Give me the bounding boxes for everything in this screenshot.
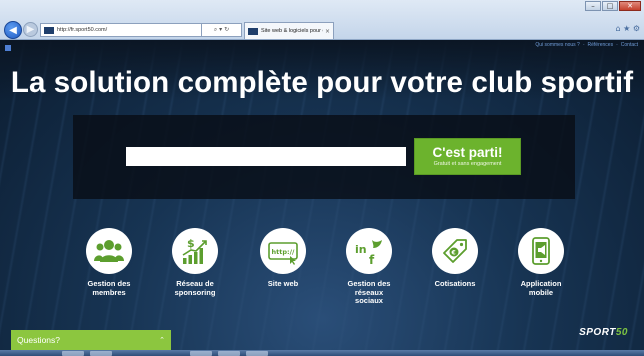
cta-label: C'est parti!	[432, 145, 503, 160]
menu-icon[interactable]	[5, 45, 11, 51]
brand-suffix: 50	[615, 327, 628, 338]
feature-label: Gestion des membres	[87, 279, 131, 297]
taskbar-item[interactable]	[90, 351, 112, 356]
sport50-logo: SPORT50	[579, 327, 628, 338]
feature-list: Gestion des membres $ Réseau de sponsori…	[74, 228, 574, 338]
cta-sublabel: Gratuit et sans engagement	[433, 161, 502, 167]
close-window-button[interactable]: ✕	[619, 1, 641, 11]
tab-active[interactable]: Site web & logiciels pour cl... ×	[244, 22, 334, 39]
feature-label: Site web	[267, 279, 299, 288]
top-nav-links: Qui sommes nous ? - Références - Contact	[535, 42, 638, 48]
browser-chrome: ◀ ▶ http://fr.sport50.com/ ⌕ ▾ ↻ Site we…	[0, 0, 644, 40]
taskbar-item[interactable]	[246, 351, 268, 356]
url-text[interactable]: http://fr.sport50.com/	[57, 27, 107, 33]
site-favicon-icon	[44, 26, 54, 34]
page-headline: La solution complète pour votre club spo…	[10, 66, 634, 99]
svg-text:f: f	[369, 253, 375, 266]
website-icon: http://	[260, 228, 306, 274]
chevron-up-icon[interactable]: ⌃	[159, 336, 165, 344]
top-link-contact[interactable]: Contact	[621, 42, 638, 48]
page-content: Qui sommes nous ? - Références - Contact…	[0, 40, 644, 350]
svg-text:in: in	[355, 243, 367, 256]
back-arrow-icon: ◀	[9, 24, 17, 36]
social-icon: in f	[346, 228, 392, 274]
forward-button[interactable]: ▶	[23, 22, 38, 37]
cta-start-button[interactable]: C'est parti! Gratuit et sans engagement	[414, 138, 521, 175]
top-link-references[interactable]: Références	[588, 42, 614, 48]
top-link-separator: -	[616, 42, 618, 48]
svg-text:$: $	[187, 237, 195, 250]
forward-arrow-icon: ▶	[26, 24, 35, 35]
mobile-app-icon	[518, 228, 564, 274]
tab-favicon-icon	[248, 27, 258, 35]
svg-text:http://: http://	[272, 248, 295, 256]
search-refresh-icons[interactable]: ⌕ ▾ ↻	[214, 26, 229, 34]
taskbar-item[interactable]	[62, 351, 84, 356]
tab-close-icon[interactable]: ×	[325, 28, 330, 35]
questions-chat-bar[interactable]: Questions? ⌃	[11, 330, 171, 350]
svg-text:€: €	[451, 250, 456, 257]
maximize-button[interactable]: □	[602, 1, 618, 11]
feature-label: Cotisations	[434, 279, 476, 288]
signup-input[interactable]	[126, 147, 406, 166]
os-taskbar	[0, 350, 644, 356]
top-link-separator: -	[582, 42, 585, 48]
chat-label: Questions?	[17, 335, 60, 345]
window-controls: – □ ✕	[585, 1, 641, 11]
taskbar-item[interactable]	[218, 351, 240, 356]
home-favorites-tools-icons[interactable]: ⌂ ★ ⚙	[615, 24, 640, 33]
brand-prefix: SPORT	[579, 327, 616, 338]
top-link-about[interactable]: Qui sommes nous ?	[535, 42, 579, 48]
address-bar-actions[interactable]: ⌕ ▾ ↻	[202, 23, 242, 37]
taskbar-item[interactable]	[190, 351, 212, 356]
sponsoring-icon: $	[172, 228, 218, 274]
feature-label: Réseau de sponsoring	[174, 279, 216, 297]
signup-panel: C'est parti! Gratuit et sans engagement	[73, 115, 575, 199]
address-bar[interactable]: http://fr.sport50.com/	[40, 23, 202, 37]
price-tag-icon: €	[432, 228, 478, 274]
minimize-button[interactable]: –	[585, 1, 601, 11]
feature-label: Gestion des réseaux sociaux	[347, 279, 391, 305]
feature-label: Application mobile	[520, 279, 562, 297]
back-button[interactable]: ◀	[4, 21, 22, 39]
tab-title: Site web & logiciels pour cl...	[261, 28, 323, 34]
members-icon	[86, 228, 132, 274]
